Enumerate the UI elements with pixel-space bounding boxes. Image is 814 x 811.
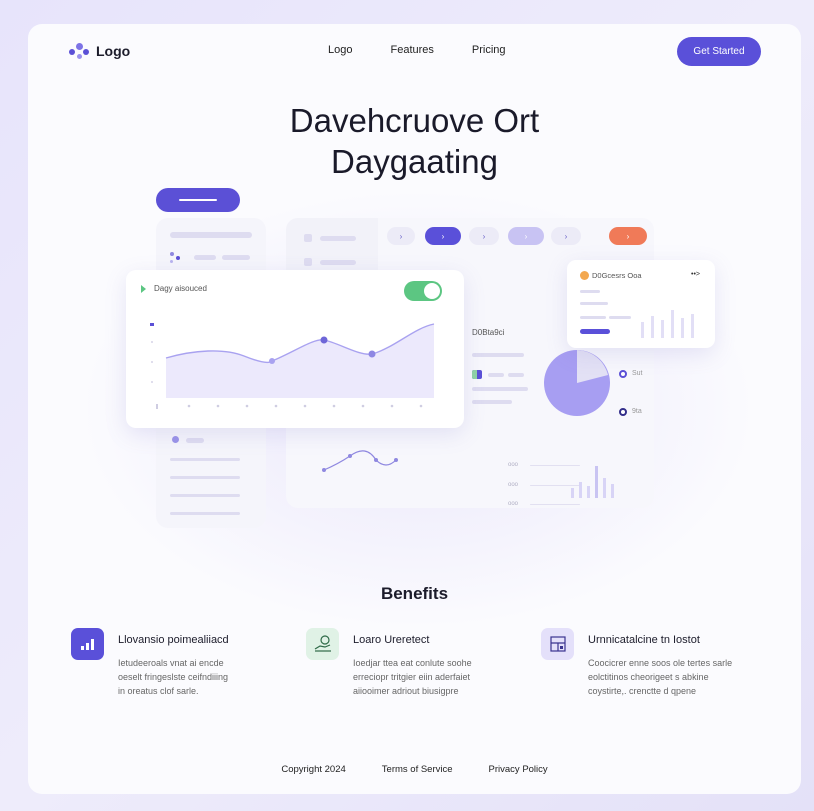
chart-toggle[interactable] bbox=[404, 281, 442, 301]
nav-link-logo[interactable]: Logo bbox=[328, 44, 352, 56]
hero-pill-button[interactable] bbox=[156, 188, 240, 212]
benefit-text: Ietudeeroals vnat ai encde oeselt fringe… bbox=[118, 656, 288, 698]
stat-label: D0Bta9ci bbox=[472, 328, 505, 337]
nav-bar bbox=[320, 260, 356, 265]
hero-title-line-1: Davehcruove Ort bbox=[289, 102, 540, 139]
orange-dot-icon bbox=[580, 271, 589, 280]
summary-bar bbox=[580, 302, 608, 305]
toggle-knob bbox=[424, 283, 440, 299]
row-label: ooo bbox=[508, 482, 519, 488]
summary-card-title: D0Gcesrs Ooa bbox=[592, 271, 642, 280]
dashboard-nav-column bbox=[286, 218, 378, 278]
stat-bar bbox=[488, 373, 504, 377]
filter-chip[interactable]: › bbox=[551, 227, 581, 245]
benefit-text-line: Coocicrer enne soos ole tertes sarle bbox=[588, 658, 733, 668]
sidebar-bar bbox=[170, 232, 252, 238]
pie-legend-icon bbox=[619, 370, 627, 378]
logo[interactable]: Logo bbox=[68, 41, 130, 61]
get-started-button[interactable]: Get Started bbox=[677, 37, 761, 66]
sidebar-bar bbox=[222, 255, 250, 260]
benefit-text-line: coystirte,. crenctte d qpene bbox=[588, 686, 697, 696]
bar-chart-icon bbox=[71, 628, 104, 660]
nav-link-features[interactable]: Features bbox=[390, 44, 433, 56]
summary-card-action[interactable]: ••> bbox=[691, 271, 700, 278]
benefit-title: Loaro Ureretect bbox=[353, 634, 430, 646]
sidebar-bar bbox=[194, 255, 216, 260]
stat-bar bbox=[472, 353, 524, 357]
benefit-text-line: Ioedjar ttea eat conlute soohe bbox=[353, 658, 472, 668]
summary-card: D0Gcesrs Ooa ••> bbox=[567, 260, 715, 348]
landing-page-card: Logo Logo Features Pricing Get Started D… bbox=[28, 24, 801, 794]
benefit-text: Ioedjar ttea eat conlute soohe erreciopr… bbox=[353, 656, 523, 698]
footer-terms-link[interactable]: Terms of Service bbox=[382, 764, 453, 775]
filter-chip-active[interactable]: › bbox=[425, 227, 461, 245]
play-icon bbox=[141, 285, 146, 293]
sidebar-bar bbox=[170, 476, 240, 479]
sidebar-dot bbox=[172, 436, 179, 443]
nav-bar bbox=[320, 236, 356, 241]
summary-bar bbox=[580, 316, 606, 319]
summary-bar bbox=[609, 316, 631, 319]
nav-link-pricing[interactable]: Pricing bbox=[472, 44, 506, 56]
benefit-text-line: oeselt fringeslste ceifndiiing bbox=[118, 672, 229, 682]
benefit-text: Coocicrer enne soos ole tertes sarle eol… bbox=[588, 656, 768, 698]
footer-privacy-link[interactable]: Privacy Policy bbox=[489, 764, 548, 775]
coin-hand-icon bbox=[306, 628, 339, 660]
filter-chip[interactable]: › bbox=[387, 227, 415, 245]
sidebar-bar bbox=[170, 494, 240, 497]
summary-bar bbox=[580, 290, 600, 293]
main-nav: Logo Features Pricing bbox=[328, 44, 506, 56]
filter-chip[interactable]: › bbox=[469, 227, 499, 245]
benefit-title: Llovansio poimealiiacd bbox=[118, 634, 229, 646]
chart-card-title: Dagy aisouced bbox=[154, 284, 207, 293]
benefit-text-line: in oreatus clof sarle. bbox=[118, 686, 199, 696]
benefit-title: Urnnicatalcine tn Iostot bbox=[588, 634, 700, 646]
stat-bar bbox=[472, 400, 512, 404]
pie-legend-1: Sut bbox=[632, 370, 643, 377]
sidebar-bar bbox=[186, 438, 204, 443]
benefit-text-line: Ietudeeroals vnat ai encde bbox=[118, 658, 224, 668]
footer: Copyright 2024 Terms of Service Privacy … bbox=[28, 764, 801, 775]
row-line bbox=[530, 504, 580, 505]
sidebar-bar bbox=[170, 512, 240, 515]
summary-bars bbox=[641, 310, 694, 338]
benefit-text-line: aiiooimer adriout biusigpre bbox=[353, 686, 459, 696]
nav-square bbox=[304, 258, 312, 266]
benefits-title: Benefits bbox=[380, 584, 449, 603]
row-label: ooo bbox=[508, 462, 519, 468]
filter-chip-alert[interactable]: › bbox=[609, 227, 647, 245]
logo-text: Logo bbox=[96, 43, 131, 59]
sidebar-dot-icon bbox=[176, 256, 180, 260]
stat-legend-square bbox=[472, 370, 477, 379]
layout-grid-icon bbox=[541, 628, 574, 660]
sidebar-dot-icon bbox=[170, 260, 173, 263]
benefit-text-line: eolctitinos cheorigeet s abkine bbox=[588, 672, 709, 682]
pie-legend-2: 9ta bbox=[632, 408, 642, 415]
mini-line-chart bbox=[322, 450, 398, 472]
row-label: ooo bbox=[508, 501, 519, 507]
hero-title-line-2: Daygaating bbox=[331, 143, 498, 180]
sidebar-dot-icon bbox=[170, 252, 174, 256]
footer-copyright: Copyright 2024 bbox=[281, 764, 346, 775]
benefit-text-line: erreciopr tritgier eiin aderfaiet bbox=[353, 672, 471, 682]
summary-progress bbox=[580, 329, 610, 334]
sidebar-bar bbox=[170, 458, 240, 461]
line-chart-card: Dagy aisouced bbox=[126, 270, 464, 428]
pie-legend-icon bbox=[619, 408, 627, 416]
pie-chart bbox=[544, 350, 610, 416]
filter-chip[interactable]: › bbox=[508, 227, 544, 245]
nav-square bbox=[304, 234, 312, 242]
line-chart bbox=[150, 323, 435, 409]
mini-bar-chart bbox=[571, 466, 614, 498]
hero-title: Davehcruove Ort Daygaating bbox=[28, 100, 801, 182]
stat-bar bbox=[472, 387, 528, 391]
logo-icon bbox=[68, 41, 90, 61]
stat-bar bbox=[508, 373, 524, 377]
